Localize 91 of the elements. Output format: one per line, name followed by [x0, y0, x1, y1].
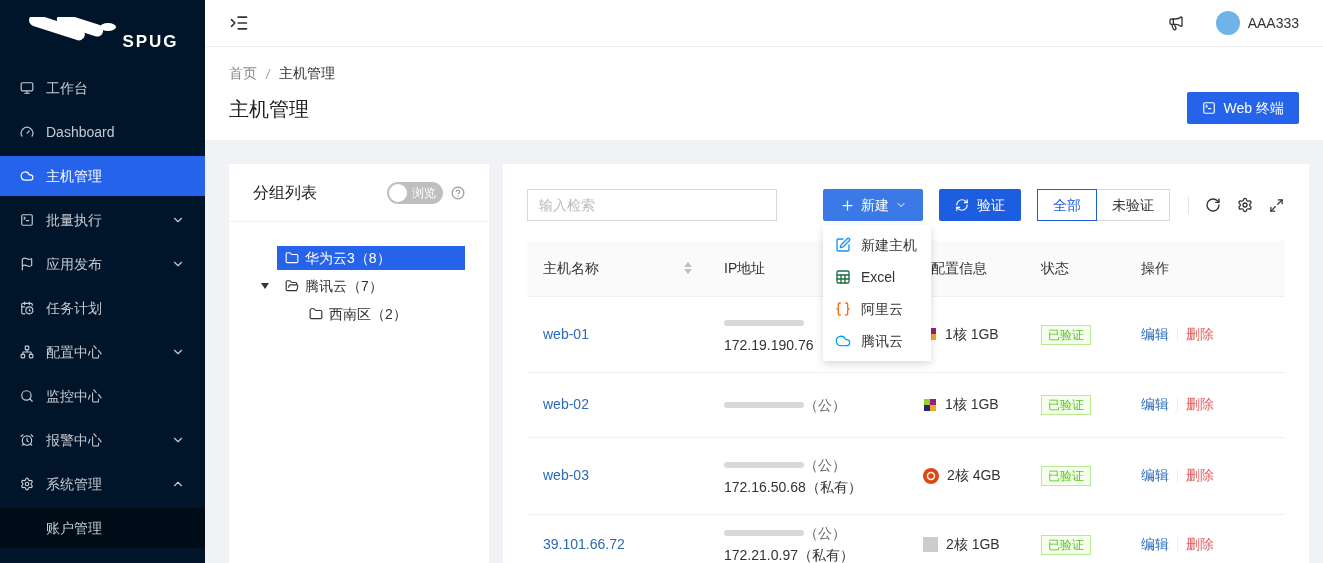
page-title: 主机管理 [229, 97, 310, 122]
edit-link[interactable]: 编辑 [1141, 394, 1169, 415]
host-name-link[interactable]: web-03 [543, 467, 589, 483]
ip-address: （公） [804, 395, 846, 415]
status-tag: 已验证 [1041, 395, 1091, 415]
filter-tab[interactable]: 全部 [1037, 189, 1097, 221]
ip-address: （公） [804, 455, 846, 475]
folder-icon [309, 307, 323, 321]
settings-icon [20, 477, 34, 491]
sidebar-item[interactable]: 工作台 [0, 68, 205, 108]
menu-item[interactable]: 新建主机 [823, 229, 931, 261]
delete-link[interactable]: 删除 [1186, 465, 1214, 486]
host-name-link[interactable]: 39.101.66.72 [543, 535, 625, 552]
sidebar-item[interactable]: 系统管理 [0, 464, 205, 504]
new-button[interactable]: 新建 [823, 189, 923, 221]
sidebar-subitem[interactable]: 账户管理 [0, 508, 205, 548]
delete-link[interactable]: 删除 [1186, 533, 1214, 555]
refresh-icon [955, 198, 969, 212]
flag-icon [20, 257, 34, 271]
host-name-link[interactable]: web-02 [543, 396, 589, 412]
edit-link[interactable]: 编辑 [1141, 465, 1169, 486]
sidebar-item[interactable]: 主机管理 [0, 156, 205, 196]
plus-icon [839, 197, 855, 213]
terminal-icon [1201, 101, 1216, 115]
monitor-icon [20, 81, 34, 95]
fullscreen-icon[interactable] [1269, 197, 1284, 213]
host-spec: 1核 1GB [945, 324, 999, 344]
column-header: 操作 [1141, 258, 1169, 278]
host-spec: 2核 1GB [946, 534, 1000, 554]
column-header[interactable]: 主机名称 [543, 257, 599, 279]
network-icon [20, 345, 34, 359]
breadcrumb-link[interactable]: 首页 [229, 63, 257, 84]
cloud-icon [20, 169, 34, 183]
delete-link[interactable]: 删除 [1186, 394, 1214, 415]
sidebar-item[interactable]: Dashboard [0, 112, 205, 152]
sidebar-item[interactable]: 任务计划 [0, 288, 205, 328]
ip-address: 172.16.50.68（私有） [724, 478, 862, 495]
column-header: 配置信息 [930, 258, 987, 278]
megaphone-icon[interactable] [1167, 15, 1184, 31]
search-icon [20, 389, 34, 403]
menu-item[interactable]: Excel [823, 261, 931, 293]
edit-icon [835, 237, 851, 253]
tree-node[interactable]: 西南区（2） [301, 302, 415, 326]
spreadsheet-icon [835, 269, 851, 285]
calendar-icon [20, 301, 34, 315]
sidebar-item[interactable]: 监控中心 [0, 376, 205, 416]
terminal-icon [20, 213, 34, 227]
status-tag: 已验证 [1041, 324, 1091, 345]
column-header: 状态 [1041, 258, 1069, 278]
sidebar-item[interactable]: 批量执行 [0, 200, 205, 240]
menu-item[interactable]: 腾讯云 [823, 325, 931, 357]
settings-icon[interactable] [1237, 197, 1253, 213]
tree-node[interactable]: 腾讯云（7） [277, 274, 391, 298]
breadcrumb-separator-icon [265, 67, 271, 80]
os-logo-icon [923, 397, 937, 412]
os-placeholder-icon [923, 536, 938, 552]
ip-address: 172.19.190.76 [724, 337, 814, 353]
column-header: IP地址 [724, 258, 766, 278]
user-name[interactable]: AAA333 [1247, 12, 1299, 34]
search-field[interactable]: 输入检索 [527, 189, 777, 221]
gauge-icon [20, 125, 34, 139]
sidebar-item[interactable]: 报警中心 [0, 420, 205, 460]
menu-item[interactable]: 阿里云 [823, 293, 931, 325]
ip-address: （公） [804, 524, 846, 543]
edit-link[interactable]: 编辑 [1141, 533, 1169, 555]
sidebar-item[interactable]: 配置中心 [0, 332, 205, 372]
cloud-icon [835, 333, 851, 349]
verify-button[interactable]: 验证 [939, 189, 1021, 221]
delete-link[interactable]: 删除 [1186, 323, 1214, 345]
folder-icon [285, 279, 299, 293]
filter-tab[interactable]: 未验证 [1096, 189, 1170, 221]
menu-fold-icon[interactable] [229, 13, 249, 33]
tree-toggle-icon[interactable] [261, 283, 269, 289]
alarm-icon [20, 433, 34, 447]
logo-text: SPUG [122, 31, 179, 54]
host-spec: 2核 4GB [947, 466, 1001, 485]
folder-icon [285, 251, 299, 265]
reload-icon[interactable] [1205, 197, 1221, 213]
panel-title: 分组列表 [253, 182, 318, 203]
host-spec: 1核 1GB [945, 395, 999, 414]
status-tag: 已验证 [1041, 466, 1091, 486]
edit-link[interactable]: 编辑 [1141, 323, 1169, 345]
status-tag: 已验证 [1041, 534, 1091, 555]
brackets-icon [835, 301, 851, 317]
help-icon[interactable] [451, 185, 465, 200]
sidebar-item[interactable]: 应用发布 [0, 244, 205, 284]
ip-address: 172.21.0.97（私有） [724, 547, 854, 563]
host-name-link[interactable]: web-01 [543, 325, 589, 342]
web-terminal-button[interactable]: Web 终端 [1186, 92, 1299, 124]
tree-node[interactable]: 华为云3（8） [277, 246, 465, 270]
ubuntu-logo-icon [923, 467, 939, 484]
